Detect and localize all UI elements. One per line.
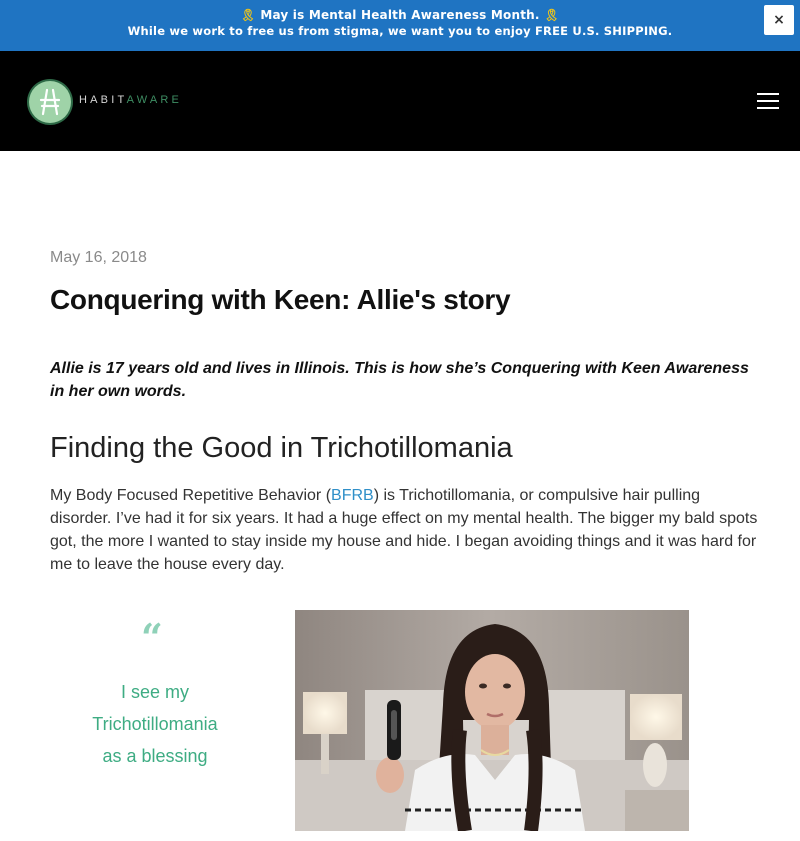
quote-mark-icon: “ (141, 615, 163, 660)
habitaware-logo-icon[interactable] (26, 78, 74, 126)
menu-bar (757, 93, 779, 95)
menu-bar (757, 100, 779, 102)
post-title: Conquering with Keen: Allie's story (50, 284, 511, 315)
pull-quote-line: Trichotillomania (92, 714, 218, 734)
pull-quote-line: I see my (120, 682, 190, 702)
post-intro: Allie is 17 years old and lives in Illin… (50, 360, 749, 400)
paragraph-text-start: My Body Focused Repetitive Behavior ( (50, 487, 332, 504)
promo-subline: While we work to free us from stigma, we… (127, 24, 673, 38)
promo-line1-text: May is Mental Health Awareness Month. (260, 8, 540, 22)
body-paragraph: My Body Focused Repetitive Behavior (BFR… (50, 484, 760, 576)
logo-habit-text: HABIT (79, 94, 127, 106)
bfrb-link[interactable]: BFRB (331, 487, 374, 504)
menu-bar (757, 107, 779, 109)
logo-aware-text: AWARE (126, 94, 183, 106)
allie-portrait-image (295, 610, 689, 831)
site-header: HABITAWARE (0, 51, 800, 151)
promo-headline: 🎗 May is Mental Health Awareness Month. … (0, 8, 800, 22)
awareness-ribbon-icon: 🎗 (240, 8, 256, 22)
close-banner-button[interactable]: × (764, 5, 794, 35)
hamburger-menu-icon[interactable] (757, 93, 779, 109)
awareness-ribbon-icon: 🎗 (544, 8, 560, 22)
pull-quote: I see my Trichotillomania as a blessing (60, 676, 250, 772)
logo-wordmark[interactable]: HABITAWARE (79, 94, 182, 106)
post-date: May 16, 2018 (50, 249, 147, 266)
section-heading: Finding the Good in Trichotillomania (50, 432, 513, 464)
promo-banner: 🎗 May is Mental Health Awareness Month. … (0, 0, 800, 51)
pull-quote-line: as a blessing (102, 746, 208, 766)
